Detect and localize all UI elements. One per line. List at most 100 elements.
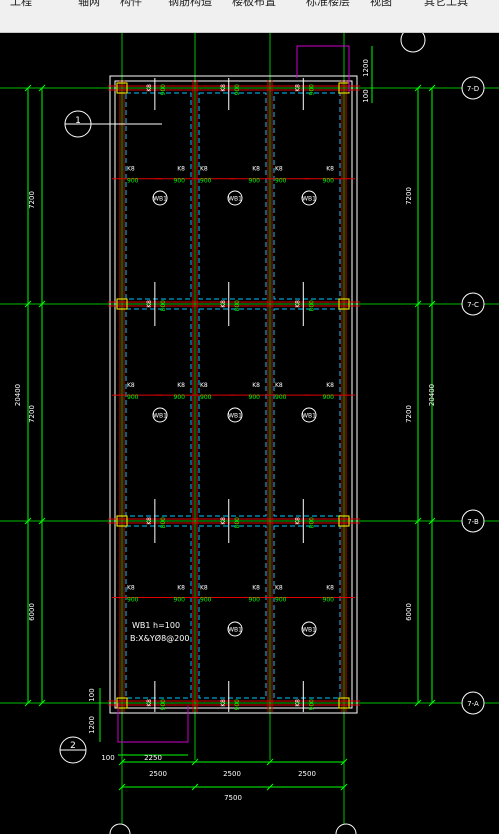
slab-label-text: WB1 [302,196,316,203]
slab-panel-dashed [125,525,192,699]
rebar-k-label: K8 [252,584,260,591]
menu-item-view[interactable]: 视图 [370,0,392,8]
detail-outline-top [296,45,350,92]
rebar-len-label: 900 [275,178,287,185]
toolbar [0,8,499,33]
detail-bubble-top-circle[interactable] [400,33,426,53]
rebar-k-label: K8 [127,584,135,591]
dim-bottom-span-1: 2500 [149,770,167,778]
rebar-k-label: K8 [200,584,208,591]
menu-item-axis[interactable]: 轴网 [78,0,100,8]
rebar-k-label: K8 [275,382,283,389]
axis-label-7b: 7-B [467,518,479,526]
slab-outline-outer [109,75,358,714]
rebar-len-label: 900 [127,394,139,401]
dim-left-total: 20400 [14,384,22,406]
dim-right-span-1: 7200 [405,187,413,205]
rebar-len-label: 900 [275,394,287,401]
rebar-len-label: 800 [160,517,167,529]
rebar-len-label: 800 [308,300,315,312]
axis-label-7a: 7-A [467,700,479,708]
slab-panel-dashed [198,525,267,699]
rebar-k-label: K8 [326,166,334,173]
dim-bottom-small: 100 [88,688,96,701]
dim-bottom-span-3: 2500 [298,770,316,778]
rebar-k-label: K8 [200,382,208,389]
slab-panel-dashed [273,525,341,699]
rebar-k-label: K8 [220,699,227,707]
dim-left-span-3: 6000 [28,603,36,621]
dim-bottom-extra: 1200 [88,716,96,734]
dim-bottom-span-2: 2500 [223,770,241,778]
slab-label-text: WB1 [153,413,167,420]
axis-bubble-bottom-left[interactable] [109,823,131,834]
rebar-k-label: K8 [275,584,283,591]
rebar-k-label: K8 [275,166,283,173]
rebar-len-label: 900 [174,394,186,401]
rebar-len-label: 900 [323,178,335,185]
rebar-len-label: 800 [308,517,315,529]
menu-item-floor[interactable]: 标准楼层 [306,0,350,8]
slab-label-text: WB1 [228,413,242,420]
rebar-k-label: K8 [146,300,153,308]
rebar-len-label: 900 [174,178,186,185]
menu-item-member[interactable]: 构件 [120,0,142,8]
rebar-len-label: 800 [234,300,241,312]
rebar-k-label: K8 [326,584,334,591]
rebar-k-label: K8 [220,517,227,525]
rebar-len-label: 900 [200,596,212,603]
dim-right-span-3: 6000 [405,603,413,621]
rebar-len-label: 900 [127,178,139,185]
rebar-len-label: 900 [323,596,335,603]
rebar-len-label: 900 [249,394,261,401]
axis-label-7d: 7-D [467,85,479,93]
slab-note-line-1: WB1 h=100 [132,621,180,630]
drawing-svg: K8 900 K8 900 K8 900 K8 900 K8 900 K8 900 K8 900 K8 900… [0,33,499,834]
dim-right-total: 20400 [428,384,436,406]
rebar-k-label: K8 [294,300,301,308]
menu-item-tools[interactable]: 其它工具 [424,0,468,8]
rebar-k-label: K8 [200,166,208,173]
slab-outline-inner [114,80,353,709]
rebar-len-label: 800 [234,517,241,529]
axis-label-7c: 7-C [467,301,479,309]
rebar-len-label: 900 [308,84,315,96]
slab-label-text: WB1 [228,196,242,203]
slab-label-text: WB1 [302,413,316,420]
rebar-len-label: 900 [275,596,287,603]
rebar-k-label: K8 [127,382,135,389]
slab-label-text: WB1 [153,196,167,203]
rebar-k-label: K8 [146,699,153,707]
rebar-k-label: K8 [177,382,185,389]
rebar-k-label: K8 [326,382,334,389]
rebar-len-label: 900 [234,699,241,711]
rebar-len-label: 900 [174,596,186,603]
menu-item-slab[interactable]: 楼板布置 [232,0,276,8]
menu-item-rebar[interactable]: 钢筋构造 [168,0,212,8]
rebar-k-label: K8 [146,517,153,525]
rebar-len-label: 900 [308,699,315,711]
dim-left-span-2: 7200 [28,405,36,423]
rebar-len-label: 900 [127,596,139,603]
dim-left-span-1: 7200 [28,191,36,209]
dim-bottom-total: 7500 [224,794,242,802]
rebar-k-label: K8 [177,584,185,591]
rebar-len-label: 900 [249,596,261,603]
dim-top-extra: 1200 [362,59,370,77]
menu-item-project[interactable]: 工程 [10,0,32,8]
rebar-len-label: 900 [323,394,335,401]
rebar-k-label: K8 [220,84,227,92]
rebar-k-label: K8 [294,517,301,525]
rebar-k-label: K8 [252,382,260,389]
rebar-len-label: 800 [160,300,167,312]
rebar-k-label: K8 [177,166,185,173]
rebar-k-label: K8 [146,84,153,92]
slab-label-text: WB1 [302,627,316,634]
rebar-k-label: K8 [294,699,301,707]
menu-bar: 工程 轴网 构件 钢筋构造 楼板布置 标准楼层 视图 其它工具 [0,0,499,8]
rebar-len-label: 900 [160,84,167,96]
axis-bubble-bottom-right[interactable] [335,823,357,834]
dim-top-small: 100 [362,89,370,102]
cad-canvas[interactable]: K8 900 K8 900 K8 900 K8 900 K8 900 K8 900 K8 900 K8 900… [0,33,499,834]
dim-bottom-left-small: 100 [101,754,114,762]
